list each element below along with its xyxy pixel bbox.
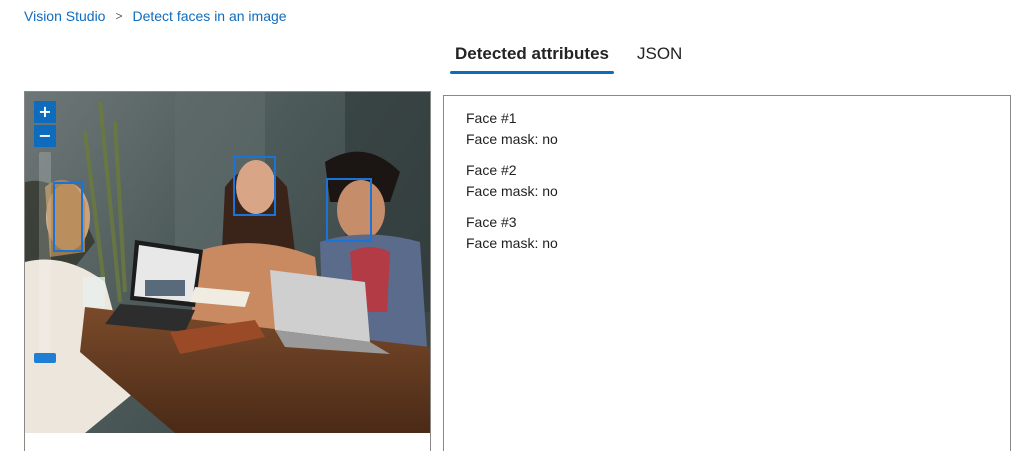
- breadcrumb-current-link[interactable]: Detect faces in an image: [132, 8, 286, 24]
- face-mask-attribute: Face mask: no: [466, 235, 558, 251]
- face-title: Face #1: [466, 110, 517, 126]
- face-result-1: Face #1 Face mask: no: [466, 108, 988, 150]
- detected-attributes-panel: Face #1 Face mask: no Face #2 Face mask:…: [443, 95, 1011, 451]
- zoom-slider-track[interactable]: [39, 152, 51, 362]
- face-result-3: Face #3 Face mask: no: [466, 212, 988, 254]
- result-tabs: Detected attributes JSON: [450, 44, 705, 74]
- analyzed-photo: [25, 92, 430, 433]
- image-viewer: + −: [24, 91, 431, 451]
- face-title: Face #2: [466, 162, 517, 178]
- zoom-slider-handle[interactable]: [34, 353, 56, 363]
- zoom-out-button[interactable]: −: [34, 125, 56, 147]
- face-title: Face #3: [466, 214, 517, 230]
- chevron-right-icon: >: [115, 9, 123, 23]
- breadcrumb: Vision Studio > Detect faces in an image: [24, 8, 287, 24]
- face-result-2: Face #2 Face mask: no: [466, 160, 988, 202]
- tab-json[interactable]: JSON: [632, 44, 687, 74]
- zoom-in-button[interactable]: +: [34, 101, 56, 123]
- breadcrumb-vision-studio-link[interactable]: Vision Studio: [24, 8, 105, 24]
- face-mask-attribute: Face mask: no: [466, 131, 558, 147]
- face-mask-attribute: Face mask: no: [466, 183, 558, 199]
- tab-detected-attributes[interactable]: Detected attributes: [450, 44, 614, 74]
